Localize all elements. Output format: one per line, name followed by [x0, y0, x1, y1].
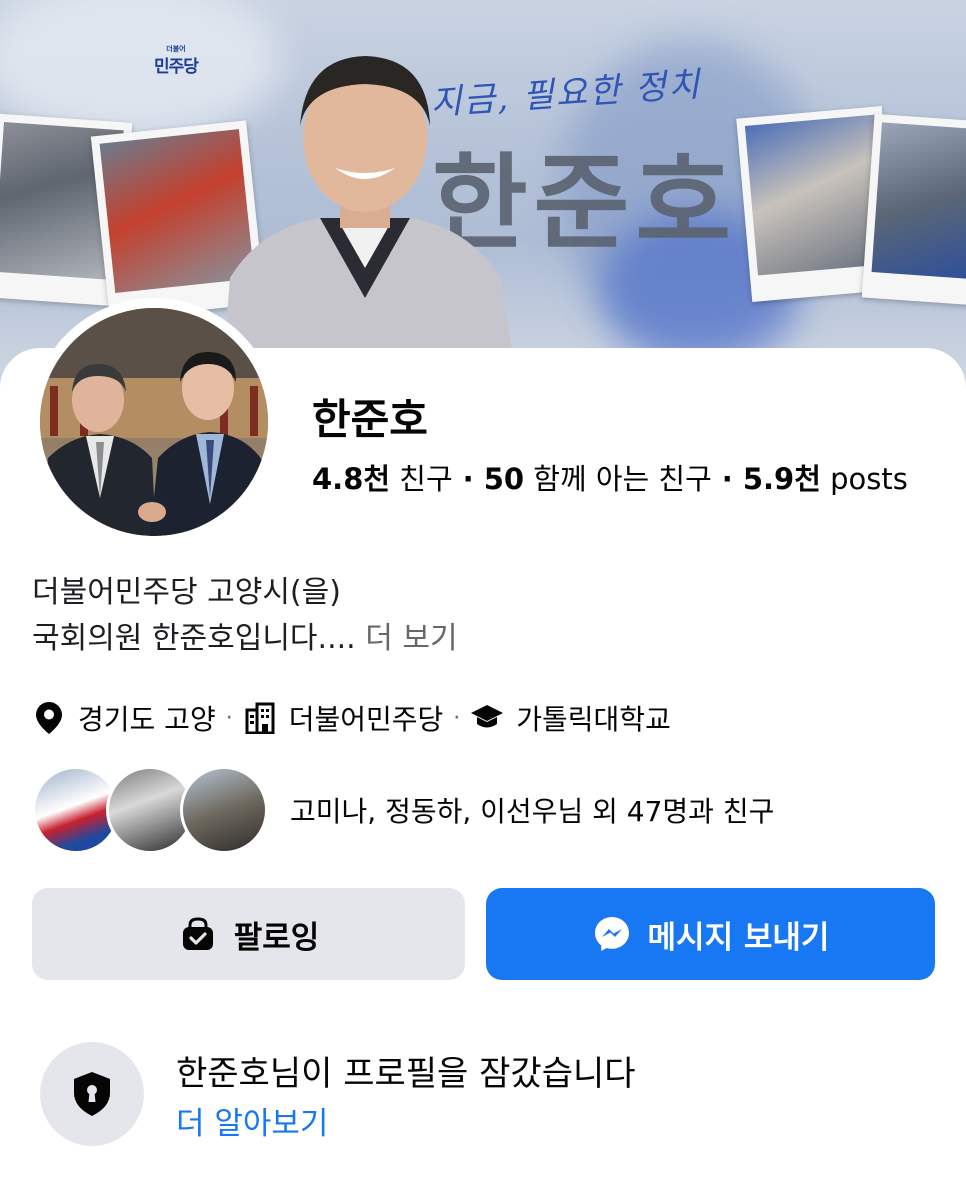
send-message-button[interactable]: 메시지 보내기 — [486, 888, 935, 980]
mutual-friends-text[interactable]: 고미나, 정동하, 이선우님 외 47명과 친구 — [290, 790, 774, 830]
posts-label: posts — [830, 462, 908, 496]
detail-separator: · — [225, 705, 233, 731]
detail-education[interactable]: 가톨릭대학교 — [516, 698, 671, 738]
detail-location[interactable]: 경기도 고양 — [78, 698, 216, 738]
building-icon — [243, 701, 277, 735]
friends-label[interactable]: 친구 — [399, 462, 452, 496]
following-button-label: 팔로잉 — [233, 919, 320, 956]
map-pin-icon — [32, 701, 66, 735]
stats-separator: · — [721, 462, 733, 496]
graduation-cap-icon — [470, 701, 504, 735]
mutual-friend-avatar[interactable] — [180, 766, 268, 854]
bio-line-2: 국회의원 한준호입니다.... — [32, 621, 356, 656]
bio-see-more-link[interactable]: 더 보기 — [365, 621, 457, 656]
send-message-button-label: 메시지 보내기 — [647, 919, 830, 956]
profile-name: 한준호 — [312, 395, 428, 444]
profile-stats: 4.8천 친구 · 50 함께 아는 친구 · 5.9천 posts — [312, 456, 908, 498]
mutual-count: 50 — [483, 462, 525, 496]
party-logo: 더불어 민주당 — [154, 45, 199, 77]
posts-count: 5.9천 — [742, 462, 821, 496]
friends-count: 4.8천 — [312, 462, 391, 496]
cover-polaroid-right-2 — [861, 113, 966, 307]
profile-lock-badge — [40, 1042, 144, 1146]
following-button[interactable]: 팔로잉 — [32, 888, 465, 980]
detail-workplace[interactable]: 더불어민주당 — [289, 698, 444, 738]
locked-profile-title: 한준호님이 프로필을 잠갔습니다 — [176, 1054, 636, 1094]
following-check-icon — [178, 914, 218, 954]
bio-line-1: 더불어민주당 고양시(을) — [32, 575, 341, 610]
profile-bio: 더불어민주당 고양시(을) 국회의원 한준호입니다.... 더 보기 — [32, 570, 458, 662]
messenger-icon — [592, 914, 632, 954]
profile-details: 경기도 고양 · 더불어민주당 · 가톨릭대학교 — [32, 696, 671, 740]
shield-lock-icon — [74, 1072, 110, 1116]
avatar-photo — [40, 308, 268, 536]
mutual-label[interactable]: 함께 아는 친구 — [533, 462, 712, 496]
detail-separator: · — [453, 705, 461, 731]
learn-more-link[interactable]: 더 알아보기 — [176, 1098, 328, 1143]
mutual-friends-row[interactable]: 고미나, 정동하, 이선우님 외 47명과 친구 — [32, 766, 774, 854]
stats-separator: · — [462, 462, 474, 496]
profile-avatar[interactable] — [40, 308, 268, 536]
